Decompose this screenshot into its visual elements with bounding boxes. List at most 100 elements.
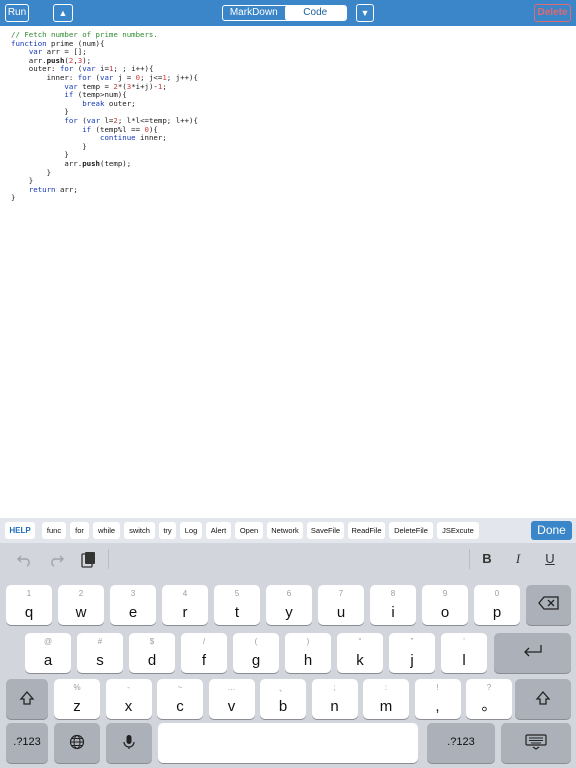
backspace-key[interactable] — [526, 585, 571, 625]
shift-icon — [6, 690, 48, 710]
key-s[interactable]: # s — [77, 633, 123, 673]
underline-button[interactable]: U — [541, 551, 559, 566]
top-toolbar: Run ▲ MarkDown Code ▼ Delete — [0, 0, 576, 26]
key-secondary-label: 1 — [26, 589, 32, 598]
down-arrow-button[interactable]: ▼ — [356, 4, 374, 22]
key-secondary-label: … — [227, 683, 236, 692]
key-p[interactable]: 0p — [474, 585, 520, 625]
key-secondary-label: # — [97, 637, 103, 646]
key-primary-label: y — [285, 604, 293, 621]
paste-icon[interactable] — [79, 551, 97, 572]
key-c[interactable]: ~ c — [157, 679, 203, 719]
code-line: } — [11, 167, 52, 177]
key-primary-label: n — [330, 698, 339, 715]
microphone-icon — [106, 734, 152, 754]
dictation-key[interactable] — [106, 723, 152, 763]
italic-button[interactable]: I — [509, 551, 527, 567]
bold-button[interactable]: B — [478, 551, 496, 566]
key-r[interactable]: 4r — [162, 585, 208, 625]
key-e[interactable]: 3e — [110, 585, 156, 625]
done-button[interactable]: Done — [531, 521, 572, 540]
shift-key-left[interactable] — [6, 679, 48, 719]
key-g[interactable]: (g — [233, 633, 279, 673]
key-primary-label: j — [410, 652, 414, 669]
key-l[interactable]: ’ l — [441, 633, 487, 673]
key-secondary-label: 7 — [338, 589, 344, 598]
code-editor[interactable]: // Fetch number of prime numbers. functio… — [11, 30, 198, 203]
key-primary-label: v — [227, 698, 236, 715]
snippet-readfile-button[interactable]: ReadFile — [348, 522, 385, 539]
undo-icon[interactable] — [16, 551, 34, 570]
key-secondary-label: 0 — [494, 589, 500, 598]
key-u[interactable]: 7u — [318, 585, 364, 625]
key-secondary-label: % — [73, 683, 81, 692]
snippet-deletefile-button[interactable]: DeleteFile — [389, 522, 433, 539]
key-primary-label: s — [96, 652, 104, 669]
hide-keyboard-key[interactable] — [501, 723, 571, 763]
snippet-switch-button[interactable]: switch — [124, 522, 155, 539]
key-primary-label: x — [124, 698, 133, 715]
key-comma[interactable]: !, — [414, 679, 461, 719]
snippet-log-button[interactable]: Log — [180, 522, 202, 539]
key-v[interactable]: … v — [208, 679, 255, 719]
snippet-try-button[interactable]: try — [159, 522, 176, 539]
snippet-open-button[interactable]: Open — [235, 522, 263, 539]
key-primary-label: , — [435, 698, 440, 715]
delete-button[interactable]: Delete — [534, 4, 571, 22]
key-i[interactable]: 8i — [370, 585, 416, 625]
snippet-help-button[interactable]: HELP — [5, 522, 35, 539]
key-secondary-label: 3 — [130, 589, 136, 598]
up-arrow-button[interactable]: ▲ — [53, 4, 73, 22]
snippet-savefile-button[interactable]: SaveFile — [307, 522, 344, 539]
snippet-func-button[interactable]: func — [42, 522, 66, 539]
snippet-jsexcute-button[interactable]: JSExcute — [437, 522, 479, 539]
space-key[interactable] — [158, 723, 418, 763]
snippet-alert-button[interactable]: Alert — [206, 522, 231, 539]
key-a[interactable]: @ a — [25, 633, 71, 673]
redo-icon[interactable] — [47, 551, 65, 570]
snippet-bar: Done HELP func for while switch try Log Alert Op… — [0, 518, 576, 543]
key-t[interactable]: 5t — [214, 585, 260, 625]
segment-markdown[interactable]: MarkDown — [223, 6, 285, 20]
key-primary-label: e — [128, 604, 138, 621]
key-d[interactable]: $ d — [129, 633, 175, 673]
key-b[interactable]: 、 b — [260, 679, 306, 719]
key-o[interactable]: 9o — [422, 585, 468, 625]
key-primary-label: r — [182, 604, 188, 621]
key-x[interactable]: -x — [105, 679, 152, 719]
snippet-while-button[interactable]: while — [93, 522, 120, 539]
key-primary-label: a — [43, 652, 53, 669]
key-secondary-label: ’ — [463, 637, 465, 646]
snippet-for-button[interactable]: for — [70, 522, 89, 539]
code-line: } — [11, 193, 16, 203]
key-period[interactable]: ?。 — [466, 679, 512, 719]
numbers-key-left[interactable]: .?123 — [6, 723, 48, 763]
key-primary-label: t — [234, 604, 240, 621]
key-q[interactable]: 1q — [6, 585, 52, 625]
globe-key[interactable] — [54, 723, 100, 763]
numbers-key-right[interactable]: .?123 — [427, 723, 495, 763]
segment-code[interactable]: Code — [284, 6, 346, 20]
key-w[interactable]: 2w — [58, 585, 104, 625]
key-secondary-label: : — [384, 683, 388, 692]
key-primary-label: q — [24, 604, 34, 621]
key-j[interactable]: ” j — [389, 633, 435, 673]
key-h[interactable]: ) h — [285, 633, 331, 673]
return-key[interactable] — [494, 633, 571, 673]
key-n[interactable]: ; n — [311, 679, 358, 719]
snippet-network-button[interactable]: Network — [267, 522, 303, 539]
mode-segmented-control: MarkDown Code — [222, 5, 347, 21]
key-k[interactable]: “k — [337, 633, 383, 673]
key-primary-label: i — [391, 604, 395, 621]
return-icon — [494, 644, 571, 662]
key-m[interactable]: :m — [363, 679, 409, 719]
key-primary-label: o — [440, 604, 450, 621]
key-primary-label: 。 — [481, 697, 497, 714]
key-z[interactable]: % z — [54, 679, 100, 719]
key-secondary-label: $ — [149, 637, 155, 646]
shift-key-right[interactable] — [515, 679, 571, 719]
code-line: return arr; — [28, 184, 78, 194]
key-f[interactable]: / f — [181, 633, 227, 673]
run-button[interactable]: Run — [5, 4, 29, 22]
key-y[interactable]: 6y — [266, 585, 312, 625]
